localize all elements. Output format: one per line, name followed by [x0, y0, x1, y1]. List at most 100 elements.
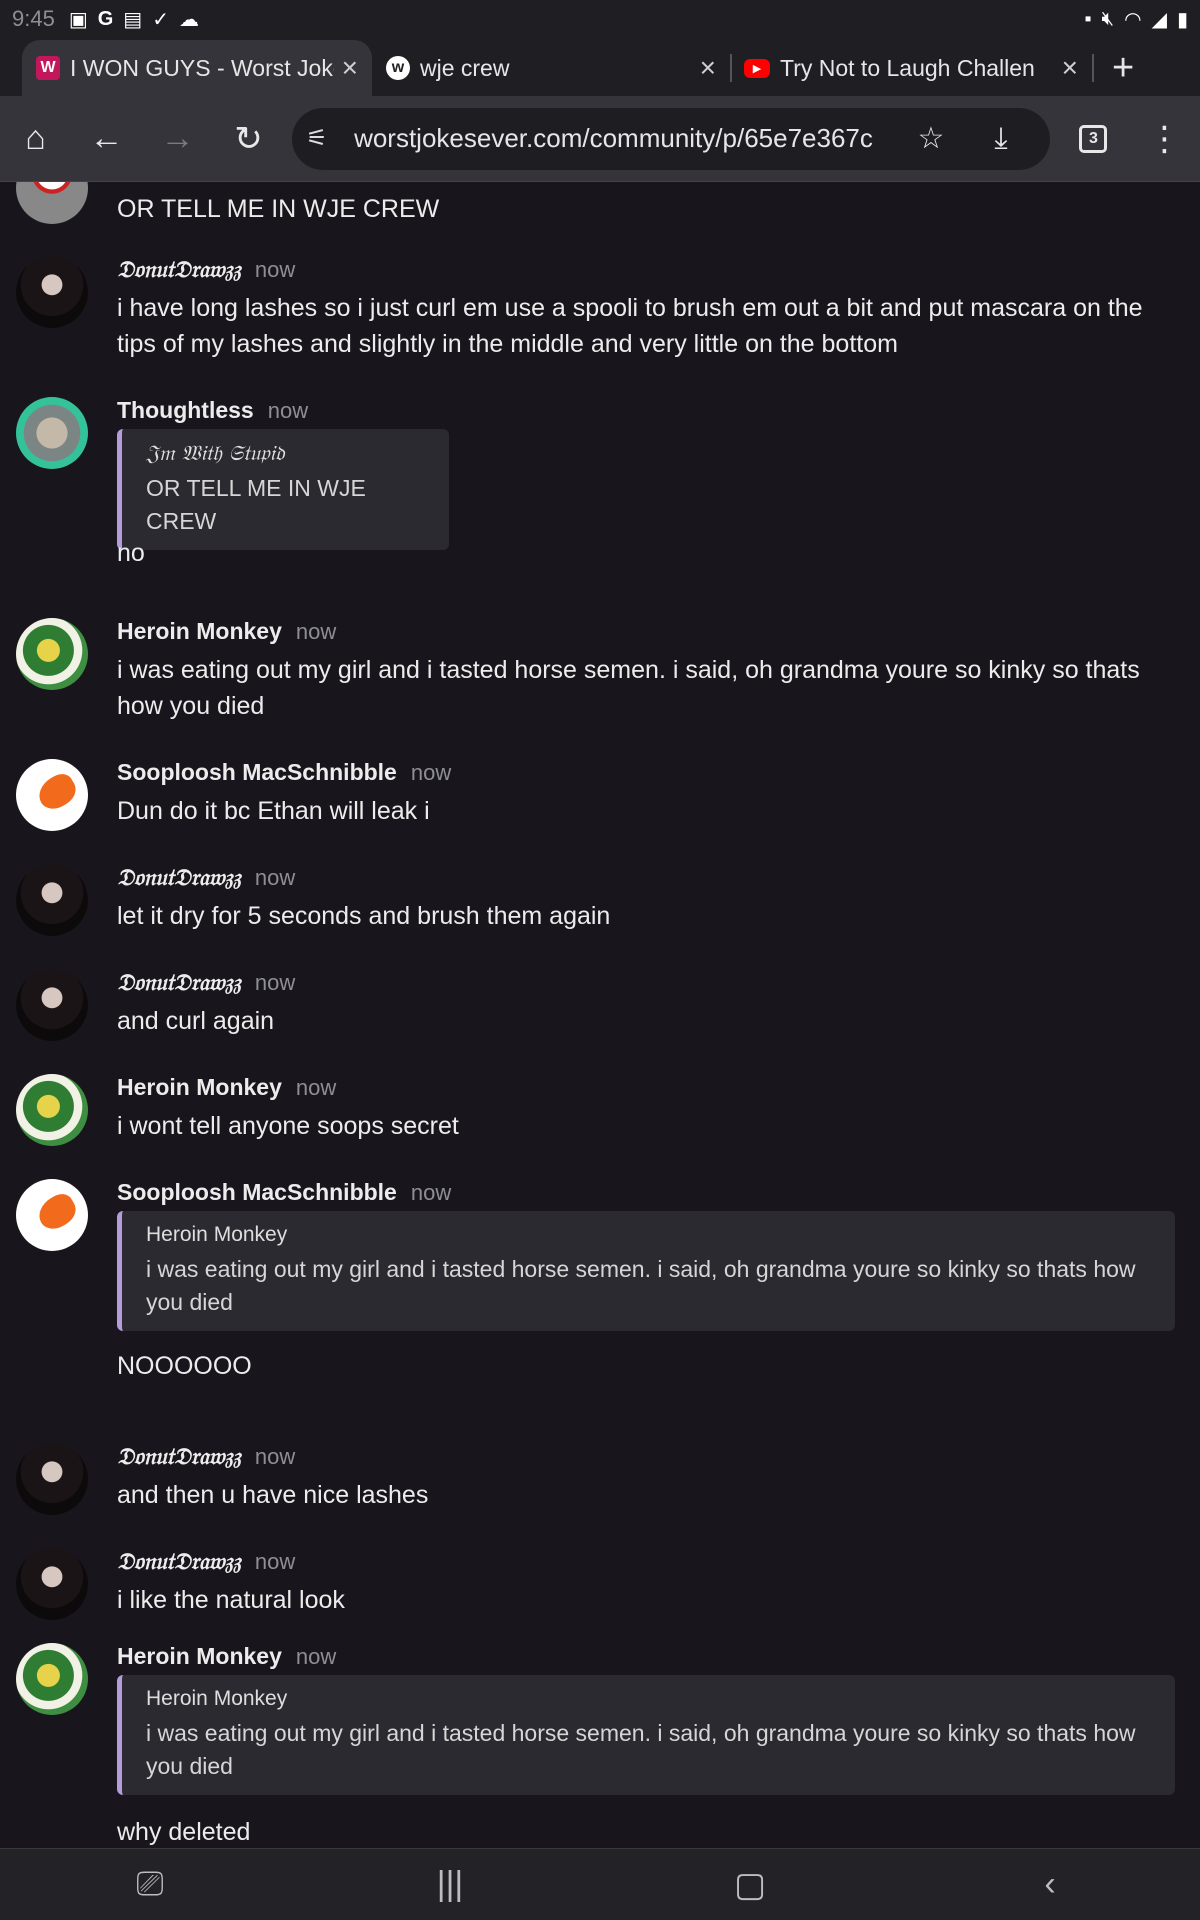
author-name[interactable]: 𝔇𝔬𝔫𝔲𝔱𝔇𝔯𝔞𝔴𝔷𝔷: [117, 1443, 241, 1470]
author-name[interactable]: 𝔇𝔬𝔫𝔲𝔱𝔇𝔯𝔞𝔴𝔷𝔷: [117, 864, 241, 891]
url-text[interactable]: worstjokesever.com/community/p/65e7e367c: [354, 123, 896, 154]
reply-quote[interactable]: Heroin Monkey i was eating out my girl a…: [117, 1675, 1175, 1795]
wje-favicon-icon: w: [386, 56, 410, 80]
author-name[interactable]: Sooploosh MacSchnibble: [117, 759, 397, 786]
message-text: and then u have nice lashes: [117, 1481, 429, 1509]
avatar[interactable]: [16, 618, 88, 690]
timestamp: now: [410, 1180, 452, 1205]
download-icon[interactable]: ⤓: [966, 122, 1036, 156]
author-name[interactable]: Sooploosh MacSchnibble: [117, 1179, 397, 1206]
message-text: why deleted: [117, 1818, 251, 1846]
message-text: i was eating out my girl and i tasted ho…: [117, 656, 1140, 720]
author-name[interactable]: 𝔇𝔬𝔫𝔲𝔱𝔇𝔯𝔞𝔴𝔷𝔷: [117, 1548, 241, 1575]
timestamp: now: [254, 257, 296, 282]
avatar[interactable]: [16, 1643, 88, 1715]
message-text: i wont tell anyone soops secret: [117, 1112, 459, 1140]
author-name[interactable]: Thoughtless: [117, 397, 254, 424]
timestamp: now: [254, 865, 296, 890]
tab-wje-crew[interactable]: w wje crew ×: [372, 40, 730, 96]
signal-icon: ◢: [1151, 8, 1167, 31]
avatar[interactable]: [16, 1443, 88, 1515]
tab-title: wje crew: [420, 54, 510, 81]
cloud-icon: ☁: [178, 8, 199, 31]
timestamp: now: [267, 398, 309, 423]
avatar[interactable]: [16, 759, 88, 831]
quote-text: i was eating out my girl and i tasted ho…: [146, 1256, 1136, 1315]
battery-icon: ▮: [1176, 8, 1188, 31]
message-text: no: [117, 539, 145, 567]
message-text: and curl again: [117, 1007, 275, 1035]
avatar[interactable]: [16, 1074, 88, 1146]
status-time: 9:45: [12, 6, 55, 31]
google-icon: G: [97, 7, 114, 30]
site-settings-icon[interactable]: ⚟: [306, 124, 336, 153]
home-button[interactable]: ⌂: [0, 103, 71, 175]
close-icon[interactable]: ×: [1062, 52, 1078, 84]
tab-i-won-guys[interactable]: W I WON GUYS - Worst Joke ×: [22, 40, 372, 96]
tab-try-not-to-laugh[interactable]: ▶ Try Not to Laugh Challen ×: [730, 40, 1092, 96]
avatar[interactable]: [16, 864, 88, 936]
new-tab-button[interactable]: +: [1092, 40, 1154, 96]
message-text: Dun do it bc Ethan will leak i: [117, 797, 430, 825]
author-name[interactable]: Heroin Monkey: [117, 1643, 282, 1670]
arrow-left-icon: ←: [89, 119, 124, 157]
avatar[interactable]: [16, 1179, 88, 1251]
close-icon[interactable]: ×: [342, 52, 358, 84]
avatar[interactable]: [16, 182, 88, 224]
avatar[interactable]: [16, 256, 88, 328]
wifi-icon: ◠: [1124, 8, 1142, 31]
image-icon: ▣: [68, 8, 88, 31]
screen-mirror-icon[interactable]: ⎚: [90, 1865, 210, 1904]
quote-author: Heroin Monkey: [146, 1223, 288, 1246]
timestamp: now: [295, 1075, 337, 1100]
timestamp: now: [410, 760, 452, 785]
avatar[interactable]: [16, 969, 88, 1041]
back-button[interactable]: ←: [71, 103, 142, 175]
tab-strip: W I WON GUYS - Worst Joke × w wje crew ×…: [0, 38, 1200, 96]
tab-switcher-button[interactable]: 3: [1058, 103, 1129, 175]
tab-title: Try Not to Laugh Challen: [780, 54, 1035, 81]
worstjokes-favicon-icon: W: [36, 56, 60, 80]
author-name[interactable]: 𝔇𝔬𝔫𝔲𝔱𝔇𝔯𝔞𝔴𝔷𝔷: [117, 969, 241, 996]
timestamp: now: [254, 1549, 296, 1574]
mute-icon: 🔇︎: [1101, 7, 1115, 30]
reply-quote[interactable]: Heroin Monkey i was eating out my girl a…: [117, 1211, 1175, 1331]
home-nav-icon[interactable]: ▢: [690, 1865, 810, 1905]
recents-icon[interactable]: |||: [390, 1865, 510, 1904]
check-icon: ✓: [152, 8, 169, 31]
quote-author: 𝔍𝔪 𝔚𝔦𝔱𝔥 𝔖𝔱𝔲𝔭𝔦𝔡: [146, 441, 285, 465]
message-text: OR TELL ME IN WJE CREW: [117, 195, 440, 223]
quote-text: i was eating out my girl and i tasted ho…: [146, 1720, 1136, 1779]
author-name[interactable]: Heroin Monkey: [117, 1074, 282, 1101]
forward-button[interactable]: →: [142, 103, 213, 175]
avatar[interactable]: [16, 1548, 88, 1620]
reload-button[interactable]: ↻: [213, 103, 284, 175]
author-name[interactable]: 𝔇𝔬𝔫𝔲𝔱𝔇𝔯𝔞𝔴𝔷𝔷: [117, 256, 241, 283]
author-name[interactable]: Heroin Monkey: [117, 618, 282, 645]
address-bar[interactable]: ⚟ worstjokesever.com/community/p/65e7e36…: [292, 107, 1050, 170]
browser-toolbar: ⌂ ← → ↻ ⚟ worstjokesever.com/community/p…: [0, 96, 1200, 182]
avatar[interactable]: [16, 397, 88, 469]
app-icon: ▤: [123, 8, 143, 31]
quote-text: OR TELL ME IN WJE CREW: [146, 475, 366, 534]
tab-title: I WON GUYS - Worst Joke: [70, 54, 334, 81]
system-nav-bar: ⎚ ||| ▢ ‹: [0, 1848, 1200, 1920]
plus-icon: +: [1112, 46, 1135, 89]
message-text: i like the natural look: [117, 1586, 345, 1614]
reload-icon: ↻: [234, 119, 263, 158]
timestamp: now: [254, 970, 296, 995]
youtube-favicon-icon: ▶: [744, 58, 770, 78]
home-icon: ⌂: [25, 119, 46, 157]
arrow-right-icon: →: [160, 119, 195, 157]
menu-button[interactable]: ⋮: [1129, 103, 1200, 175]
timestamp: now: [254, 1444, 296, 1469]
message-text: i have long lashes so i just curl em use…: [117, 294, 1143, 358]
tab-count: 3: [1079, 124, 1108, 153]
reply-quote[interactable]: 𝔍𝔪 𝔚𝔦𝔱𝔥 𝔖𝔱𝔲𝔭𝔦𝔡 OR TELL ME IN WJE CREW: [117, 429, 449, 550]
chat-feed[interactable]: OR TELL ME IN WJE CREW 𝔇𝔬𝔫𝔲𝔱𝔇𝔯𝔞𝔴𝔷𝔷 now i…: [0, 182, 1200, 1848]
message-text: let it dry for 5 seconds and brush them …: [117, 902, 611, 930]
back-nav-icon[interactable]: ‹: [990, 1865, 1110, 1904]
timestamp: now: [295, 1644, 337, 1669]
bookmark-star-icon[interactable]: ☆: [896, 121, 966, 156]
close-icon[interactable]: ×: [700, 52, 716, 84]
